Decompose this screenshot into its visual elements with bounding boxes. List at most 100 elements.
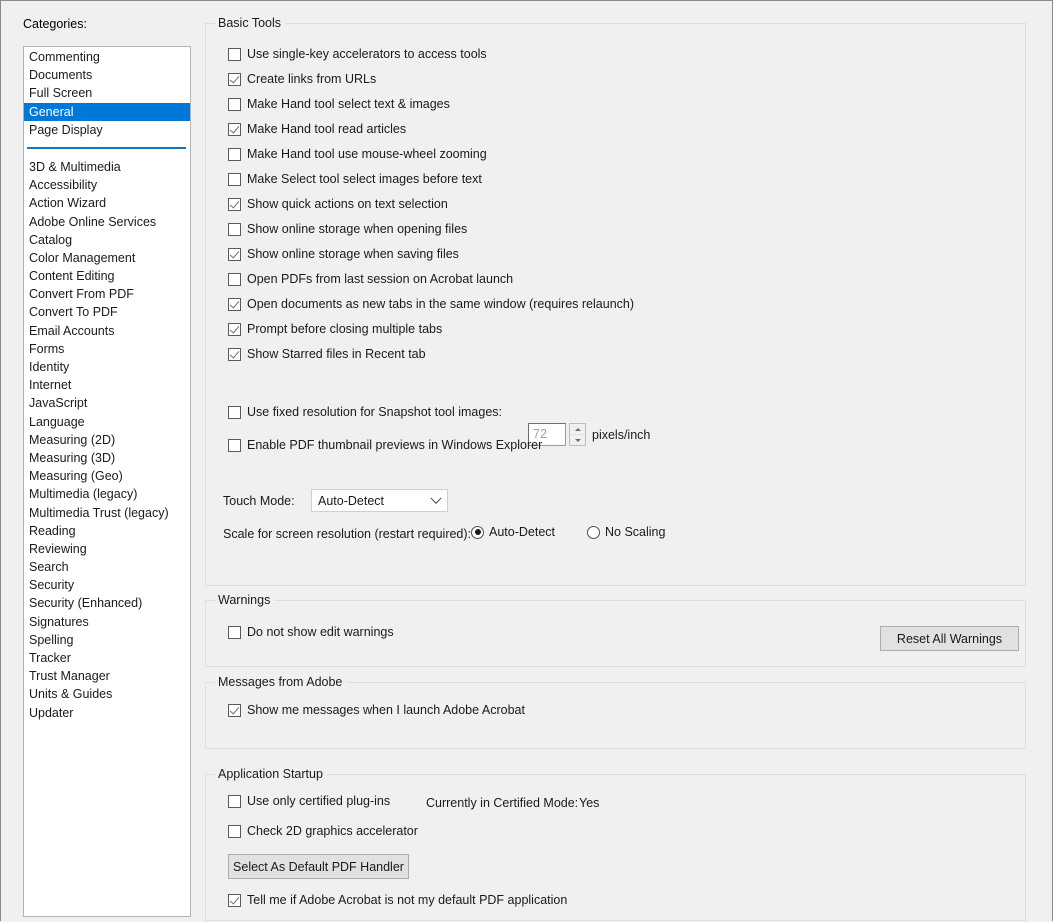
- sidebar-item-signatures[interactable]: Signatures: [24, 613, 190, 631]
- checkbox-row-thumbnail-previews[interactable]: Enable PDF thumbnail previews in Windows…: [228, 438, 542, 452]
- checkbox-label: Use single-key accelerators to access to…: [247, 47, 487, 61]
- sidebar-item-page-display[interactable]: Page Display: [24, 121, 190, 139]
- checkbox-row-select-tool-images-before-text[interactable]: Make Select tool select images before te…: [228, 172, 482, 186]
- sidebar-item-identity[interactable]: Identity: [24, 358, 190, 376]
- stepper-up-icon[interactable]: [570, 424, 585, 435]
- touch-mode-dropdown[interactable]: Auto-Detect: [311, 489, 448, 512]
- preferences-dialog: Categories: Commenting Documents Full Sc…: [0, 0, 1053, 921]
- sidebar-item-javascript[interactable]: JavaScript: [24, 394, 190, 412]
- sidebar-item-general[interactable]: General: [24, 103, 190, 121]
- sidebar-item-security-enhanced[interactable]: Security (Enhanced): [24, 594, 190, 612]
- checkbox-row-check-2d-graphics-accelerator[interactable]: Check 2D graphics accelerator: [228, 824, 418, 838]
- checkbox-select-tool-images-before-text[interactable]: [228, 173, 241, 186]
- checkbox-single-key-accelerators[interactable]: [228, 48, 241, 61]
- checkbox-tell-me-default-pdf-app[interactable]: [228, 894, 241, 907]
- checkbox-row-show-starred-files[interactable]: Show Starred files in Recent tab: [228, 347, 426, 361]
- checkbox-use-only-certified-plugins[interactable]: [228, 795, 241, 808]
- checkbox-row-tell-me-default-pdf-app[interactable]: Tell me if Adobe Acrobat is not my defau…: [228, 893, 567, 907]
- sidebar-item-documents[interactable]: Documents: [24, 66, 190, 84]
- startup-legend: Application Startup: [215, 767, 327, 781]
- checkbox-hand-tool-select-text-images[interactable]: [228, 98, 241, 111]
- sidebar-item-3d-multimedia[interactable]: 3D & Multimedia: [24, 158, 190, 176]
- checkbox-label: Open documents as new tabs in the same w…: [247, 297, 634, 311]
- checkbox-hand-tool-read-articles[interactable]: [228, 123, 241, 136]
- sidebar-item-email-accounts[interactable]: Email Accounts: [24, 322, 190, 340]
- sidebar-item-measuring-geo[interactable]: Measuring (Geo): [24, 467, 190, 485]
- sidebar-item-content-editing[interactable]: Content Editing: [24, 267, 190, 285]
- sidebar-item-tracker[interactable]: Tracker: [24, 649, 190, 667]
- select-as-default-pdf-handler-button[interactable]: Select As Default PDF Handler: [228, 854, 409, 879]
- checkbox-row-online-storage-saving[interactable]: Show online storage when saving files: [228, 247, 459, 261]
- checkbox-row-open-documents-new-tabs[interactable]: Open documents as new tabs in the same w…: [228, 297, 634, 311]
- checkbox-hand-tool-mouse-wheel-zooming[interactable]: [228, 148, 241, 161]
- checkbox-create-links-from-urls[interactable]: [228, 73, 241, 86]
- sidebar-item-updater[interactable]: Updater: [24, 704, 190, 722]
- chevron-down-icon[interactable]: [425, 497, 447, 505]
- sidebar-item-color-management[interactable]: Color Management: [24, 249, 190, 267]
- checkbox-label: Check 2D graphics accelerator: [247, 824, 418, 838]
- reset-all-warnings-button[interactable]: Reset All Warnings: [880, 626, 1019, 651]
- checkbox-label: Tell me if Adobe Acrobat is not my defau…: [247, 893, 567, 907]
- checkbox-row-use-only-certified-plugins[interactable]: Use only certified plug-ins: [228, 794, 390, 808]
- checkbox-open-documents-new-tabs[interactable]: [228, 298, 241, 311]
- checkbox-check-2d-graphics-accelerator[interactable]: [228, 825, 241, 838]
- checkbox-open-pdfs-last-session[interactable]: [228, 273, 241, 286]
- checkbox-prompt-before-closing-tabs[interactable]: [228, 323, 241, 336]
- checkbox-label: Make Hand tool use mouse-wheel zooming: [247, 147, 487, 161]
- sidebar-item-adobe-online-services[interactable]: Adobe Online Services: [24, 213, 190, 231]
- sidebar-item-multimedia-legacy[interactable]: Multimedia (legacy): [24, 485, 190, 503]
- checkbox-fixed-resolution[interactable]: [228, 406, 241, 419]
- checkbox-row-online-storage-opening[interactable]: Show online storage when opening files: [228, 222, 467, 236]
- sidebar-item-commenting[interactable]: Commenting: [24, 48, 190, 66]
- stepper-down-icon[interactable]: [570, 435, 585, 445]
- radio-auto-detect[interactable]: [471, 526, 484, 539]
- checkbox-show-messages-on-launch[interactable]: [228, 704, 241, 717]
- sidebar-item-full-screen[interactable]: Full Screen: [24, 84, 190, 102]
- sidebar-item-reviewing[interactable]: Reviewing: [24, 540, 190, 558]
- sidebar-item-search[interactable]: Search: [24, 558, 190, 576]
- checkbox-row-open-pdfs-last-session[interactable]: Open PDFs from last session on Acrobat l…: [228, 272, 513, 286]
- sidebar-item-security[interactable]: Security: [24, 576, 190, 594]
- sidebar-item-trust-manager[interactable]: Trust Manager: [24, 667, 190, 685]
- sidebar-item-forms[interactable]: Forms: [24, 340, 190, 358]
- sidebar-item-spelling[interactable]: Spelling: [24, 631, 190, 649]
- checkbox-do-not-show-edit-warnings[interactable]: [228, 626, 241, 639]
- checkbox-show-starred-files[interactable]: [228, 348, 241, 361]
- checkbox-row-show-messages-on-launch[interactable]: Show me messages when I launch Adobe Acr…: [228, 703, 525, 717]
- certified-mode-label: Currently in Certified Mode:: [426, 796, 578, 810]
- sidebar-item-language[interactable]: Language: [24, 413, 190, 431]
- checkbox-quick-actions-text-selection[interactable]: [228, 198, 241, 211]
- radio-row-auto-detect[interactable]: Auto-Detect: [471, 525, 555, 539]
- checkbox-row-hand-tool-mouse-wheel-zooming[interactable]: Make Hand tool use mouse-wheel zooming: [228, 147, 487, 161]
- checkbox-label: Prompt before closing multiple tabs: [247, 322, 442, 336]
- sidebar-item-measuring-3d[interactable]: Measuring (3D): [24, 449, 190, 467]
- sidebar-divider: [24, 139, 190, 158]
- checkbox-row-hand-tool-select-text-images[interactable]: Make Hand tool select text & images: [228, 97, 450, 111]
- checkbox-row-hand-tool-read-articles[interactable]: Make Hand tool read articles: [228, 122, 406, 136]
- checkbox-row-quick-actions-text-selection[interactable]: Show quick actions on text selection: [228, 197, 448, 211]
- radio-label: No Scaling: [605, 525, 665, 539]
- checkbox-row-single-key-accelerators[interactable]: Use single-key accelerators to access to…: [228, 47, 487, 61]
- checkbox-row-prompt-before-closing-tabs[interactable]: Prompt before closing multiple tabs: [228, 322, 442, 336]
- sidebar-item-units-guides[interactable]: Units & Guides: [24, 685, 190, 703]
- checkbox-row-fixed-resolution[interactable]: Use fixed resolution for Snapshot tool i…: [228, 405, 502, 419]
- radio-row-no-scaling[interactable]: No Scaling: [587, 525, 665, 539]
- checkbox-online-storage-saving[interactable]: [228, 248, 241, 261]
- sidebar-item-action-wizard[interactable]: Action Wizard: [24, 194, 190, 212]
- checkbox-row-create-links-from-urls[interactable]: Create links from URLs: [228, 72, 376, 86]
- sidebar-item-internet[interactable]: Internet: [24, 376, 190, 394]
- categories-list[interactable]: Commenting Documents Full Screen General…: [23, 46, 191, 917]
- sidebar-item-reading[interactable]: Reading: [24, 522, 190, 540]
- radio-no-scaling[interactable]: [587, 526, 600, 539]
- sidebar-item-convert-from-pdf[interactable]: Convert From PDF: [24, 285, 190, 303]
- checkbox-row-do-not-show-edit-warnings[interactable]: Do not show edit warnings: [228, 625, 394, 639]
- sidebar-item-accessibility[interactable]: Accessibility: [24, 176, 190, 194]
- sidebar-item-multimedia-trust-legacy[interactable]: Multimedia Trust (legacy): [24, 504, 190, 522]
- sidebar-item-catalog[interactable]: Catalog: [24, 231, 190, 249]
- checkbox-label: Show online storage when saving files: [247, 247, 459, 261]
- sidebar-item-convert-to-pdf[interactable]: Convert To PDF: [24, 303, 190, 321]
- checkbox-thumbnail-previews[interactable]: [228, 439, 241, 452]
- checkbox-online-storage-opening[interactable]: [228, 223, 241, 236]
- sidebar-item-measuring-2d[interactable]: Measuring (2D): [24, 431, 190, 449]
- stepper-buttons[interactable]: [569, 423, 586, 446]
